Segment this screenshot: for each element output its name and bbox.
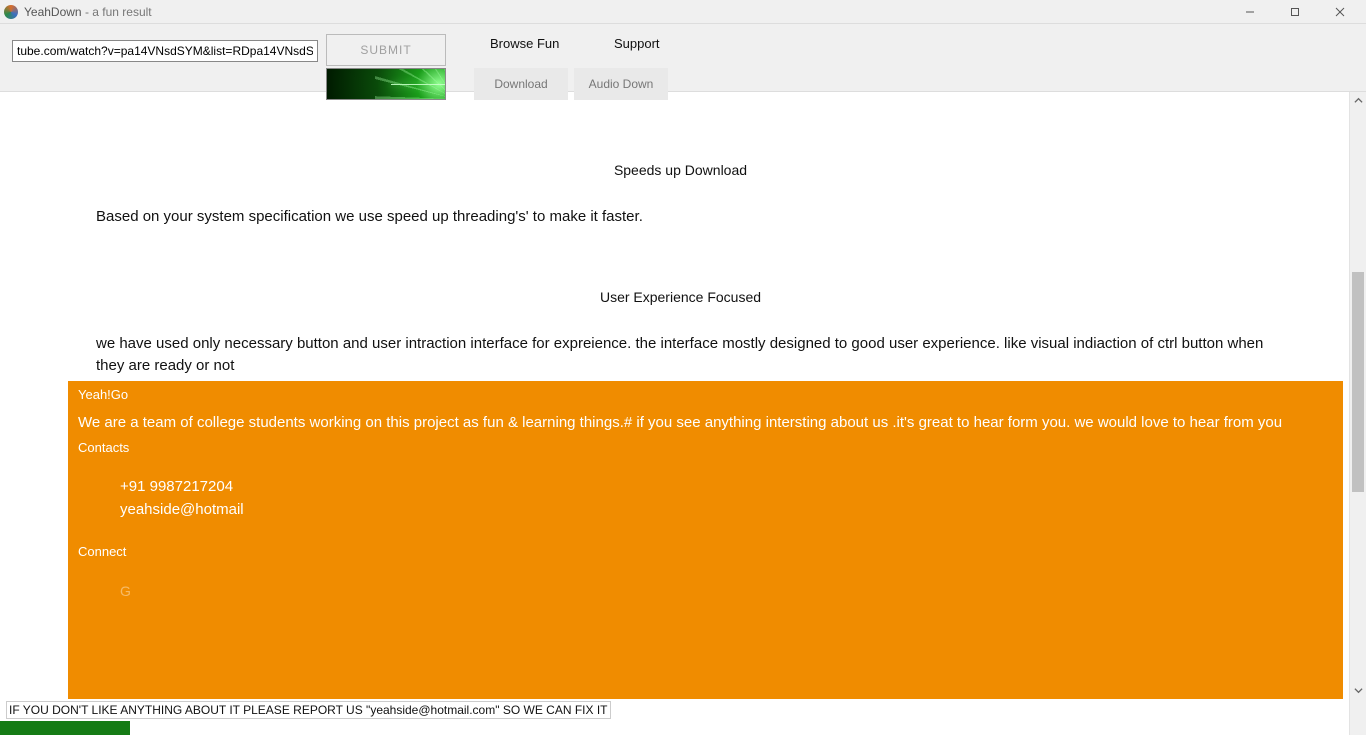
section-body-ux: we have used only necessary button and u… [12, 333, 1349, 378]
status-bar: IF YOU DON'T LIKE ANYTHING ABOUT IT PLEA… [6, 701, 611, 719]
footer-social[interactable]: G [78, 583, 1333, 599]
window-title: YeahDown - a fun result [24, 5, 152, 19]
window-controls [1227, 0, 1362, 24]
section-title-speeds: Speeds up Download [12, 162, 1349, 178]
vertical-scrollbar[interactable] [1349, 92, 1366, 735]
toolbar: SUBMIT Browse Fun Support Download Audio… [0, 24, 1366, 92]
scroll-down-icon[interactable] [1350, 682, 1366, 699]
footer-phone: +91 9987217204 [120, 475, 1333, 498]
submit-button[interactable]: SUBMIT [326, 34, 446, 66]
section-title-ux: User Experience Focused [12, 289, 1349, 305]
title-bar: YeahDown - a fun result [0, 0, 1366, 24]
app-name: YeahDown [24, 5, 82, 19]
scroll-up-icon[interactable] [1350, 92, 1366, 109]
footer-contact-info: +91 9987217204 yeahside@hotmail [78, 475, 1333, 522]
minimize-button[interactable] [1227, 0, 1272, 24]
app-icon [4, 5, 18, 19]
footer: Yeah!Go We are a team of college student… [68, 381, 1343, 699]
section-body-speeds: Based on your system specification we us… [12, 206, 1349, 229]
footer-about: We are a team of college students workin… [78, 412, 1333, 434]
url-input[interactable] [12, 40, 318, 62]
scrollbar-thumb[interactable] [1352, 272, 1364, 492]
footer-connect-heading: Connect [78, 544, 126, 559]
close-button[interactable] [1317, 0, 1362, 24]
maximize-button[interactable] [1272, 0, 1317, 24]
footer-contacts-heading: Contacts [78, 440, 1333, 455]
nav-support[interactable]: Support [614, 36, 660, 51]
footer-email: yeahside@hotmail [120, 498, 1333, 521]
window-subtitle: - a fun result [82, 5, 152, 19]
progress-bar [0, 721, 130, 735]
status-text: IF YOU DON'T LIKE ANYTHING ABOUT IT PLEA… [9, 703, 608, 717]
content-area: Speeds up Download Based on your system … [0, 92, 1349, 735]
footer-brand: Yeah!Go [78, 387, 1333, 402]
content-wrap: Speeds up Download Based on your system … [0, 92, 1366, 735]
nav-browse-fun[interactable]: Browse Fun [490, 36, 559, 51]
